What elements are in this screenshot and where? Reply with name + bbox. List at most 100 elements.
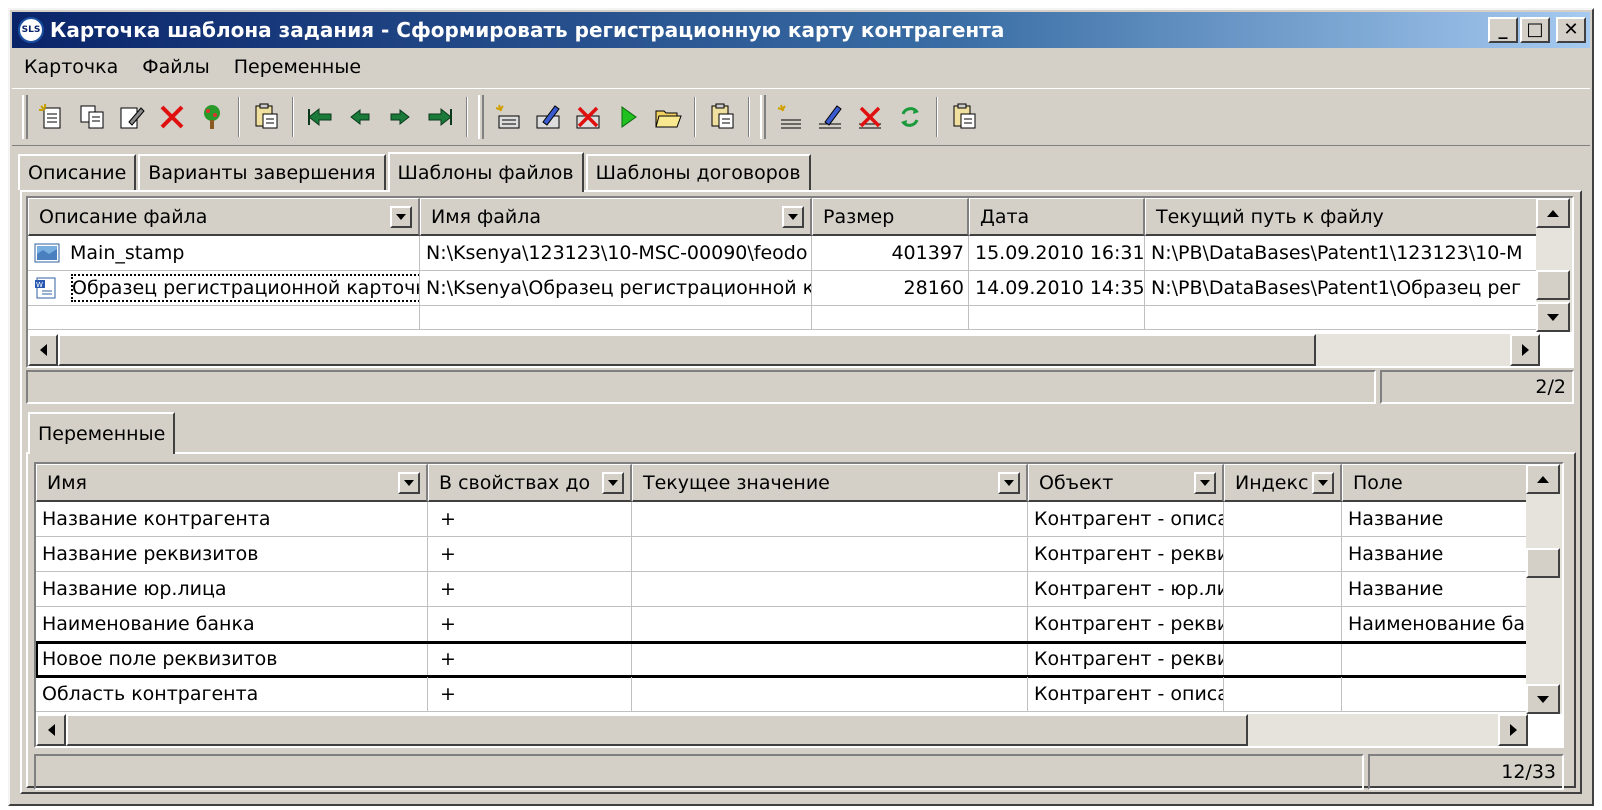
files-record-counter: 2/2 [1380,370,1574,404]
column-label: Имя файла [431,205,542,228]
scroll-left-button[interactable] [36,714,66,746]
scroll-thumb[interactable] [1536,270,1570,300]
add-file-icon[interactable] [488,95,528,139]
maximize-button[interactable]: □ [1520,17,1550,43]
toolbar-grip[interactable] [760,95,766,139]
column-date[interactable]: Дата [969,198,1145,236]
horizontal-scrollbar[interactable] [28,334,1540,366]
table-cell: Контрагент - рекви [1028,607,1224,642]
column-filter-dropdown[interactable] [398,472,420,494]
tab-description[interactable]: Описание [18,154,137,190]
table-cell [1224,537,1342,572]
prev-icon[interactable] [340,95,380,139]
files-grid[interactable]: Описание файла Имя файла Размер Дата Тек… [26,196,1574,368]
column-filter-dropdown[interactable] [1194,472,1216,494]
scroll-down-button[interactable] [1526,684,1560,714]
table-row[interactable]: Наименование банка + Контрагент - рекви … [36,607,1532,642]
column-current-path[interactable]: Текущий путь к файлу [1145,198,1540,236]
delete-var-icon[interactable] [850,95,890,139]
toolbar-grip[interactable] [478,95,484,139]
scroll-left-button[interactable] [28,334,58,366]
table-row[interactable]: Название контрагента + Контрагент - опис… [36,502,1532,537]
column-index[interactable]: Индекс [1224,464,1342,502]
table-row[interactable]: Область контрагента + Контрагент - описа [36,677,1532,712]
last-icon[interactable] [420,95,460,139]
scroll-thumb[interactable] [66,714,1248,746]
table-cell: Название контрагента [36,502,428,537]
minimize-button[interactable]: _ [1488,17,1518,43]
add-var-icon[interactable] [770,95,810,139]
table-cell: Название [1342,572,1532,607]
vertical-scrollbar[interactable] [1526,464,1562,714]
table-row-empty [28,306,1540,330]
column-filter-dropdown[interactable] [998,472,1020,494]
toolbar-separator [936,97,938,137]
column-name[interactable]: Имя [36,464,428,502]
toolbar-grip[interactable] [22,95,28,139]
column-current-value[interactable]: Текущее значение [632,464,1028,502]
column-label: Индекс [1235,471,1309,494]
scroll-thumb[interactable] [58,334,1316,366]
edit-file-icon[interactable] [528,95,568,139]
vertical-scrollbar[interactable] [1536,198,1572,332]
column-size[interactable]: Размер [812,198,969,236]
menu-bar: Карточка Файлы Переменные [12,50,1590,84]
menu-files[interactable]: Файлы [130,56,222,78]
table-cell: N:\Ksenya\Образец регистрационной к [420,271,812,306]
scroll-up-button[interactable] [1536,198,1570,228]
clipboard-icon[interactable] [702,95,742,139]
tree-icon[interactable] [192,95,232,139]
column-filter-dropdown[interactable] [602,472,624,494]
column-filter-dropdown[interactable] [1312,472,1334,494]
table-cell: Контрагент - юр.ли [1028,572,1224,607]
app-icon[interactable]: SLS [18,17,44,43]
column-label: Размер [823,205,895,228]
scroll-right-button[interactable] [1510,334,1540,366]
column-in-doc-properties[interactable]: В свойствах до [428,464,632,502]
table-row[interactable]: W Образец регистрационной карточки N:\Ks… [28,271,1540,306]
table-row[interactable]: Название юр.лица + Контрагент - юр.ли На… [36,572,1532,607]
variables-grid[interactable]: Имя В свойствах до Текущее значение Объе… [34,462,1564,748]
column-object[interactable]: Объект [1028,464,1224,502]
menu-card[interactable]: Карточка [12,56,130,78]
copy-icon[interactable] [72,95,112,139]
scroll-thumb[interactable] [1526,548,1560,578]
edit-var-icon[interactable] [810,95,850,139]
open-folder-icon[interactable] [648,95,688,139]
column-filter-dropdown[interactable] [390,206,412,228]
table-cell [1224,502,1342,537]
horizontal-scrollbar[interactable] [36,714,1528,746]
column-file-name[interactable]: Имя файла [420,198,812,236]
menu-variables[interactable]: Переменные [222,56,373,78]
tab-variables[interactable]: Переменные [28,412,176,454]
arrow-down-icon [1537,695,1549,703]
table-row-selected[interactable]: Новое поле реквизитов + Контрагент - рек… [36,641,1531,678]
table-cell: N:\Ksenya\123123\10-MSC-00090\feodo [420,236,812,271]
column-filter-dropdown[interactable] [782,206,804,228]
cell-text: Образец регистрационной карточки [70,273,419,303]
edit-icon[interactable] [112,95,152,139]
tab-completion-variants[interactable]: Варианты завершения [138,154,386,190]
table-cell: + [428,607,632,642]
table-row[interactable]: Название реквизитов + Контрагент - рекви… [36,537,1532,572]
column-field[interactable]: Поле [1342,464,1532,502]
column-file-description[interactable]: Описание файла [28,198,420,236]
table-cell: + [428,642,632,677]
clipboard-icon[interactable] [944,95,984,139]
new-doc-icon[interactable] [32,95,72,139]
clipboard-icon[interactable] [246,95,286,139]
run-icon[interactable] [608,95,648,139]
delete-icon[interactable] [152,95,192,139]
tab-contract-templates[interactable]: Шаблоны договоров [585,154,811,190]
scroll-right-button[interactable] [1498,714,1528,746]
scroll-down-button[interactable] [1536,302,1570,332]
table-row[interactable]: Main_stamp N:\Ksenya\123123\10-MSC-00090… [28,236,1540,271]
delete-file-icon[interactable] [568,95,608,139]
next-icon[interactable] [380,95,420,139]
tab-file-templates[interactable]: Шаблоны файлов [387,152,584,192]
title-bar[interactable]: SLS Карточка шаблона задания - Сформиров… [12,12,1590,48]
first-icon[interactable] [300,95,340,139]
close-button[interactable]: ✕ [1556,17,1586,43]
refresh-icon[interactable] [890,95,930,139]
scroll-up-button[interactable] [1526,464,1560,494]
